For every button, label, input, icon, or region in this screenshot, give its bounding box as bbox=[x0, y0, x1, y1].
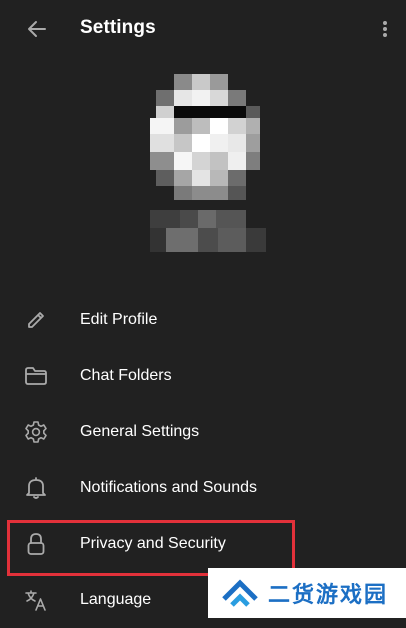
menu-item-privacy-security[interactable]: Privacy and Security bbox=[0, 516, 406, 572]
lock-icon bbox=[23, 531, 49, 557]
menu-item-edit-profile[interactable]: Edit Profile bbox=[0, 292, 406, 348]
profile-avatar[interactable] bbox=[136, 60, 270, 260]
arrow-left-icon bbox=[28, 21, 46, 37]
back-button[interactable] bbox=[22, 14, 52, 44]
menu-item-general-settings[interactable]: General Settings bbox=[0, 404, 406, 460]
menu-item-label: Language bbox=[80, 591, 152, 608]
menu-item-chat-folders[interactable]: Chat Folders bbox=[0, 348, 406, 404]
menu-item-label: Edit Profile bbox=[80, 311, 158, 328]
folder-icon bbox=[23, 363, 49, 389]
watermark: 二货游戏园 bbox=[208, 568, 406, 618]
header-bar: Settings bbox=[0, 0, 406, 58]
menu-item-label: Notifications and Sounds bbox=[80, 479, 257, 496]
watermark-logo-icon bbox=[222, 579, 258, 607]
translate-icon bbox=[23, 587, 49, 613]
menu-item-label: General Settings bbox=[80, 423, 200, 440]
pixelated-avatar-image bbox=[150, 74, 266, 252]
menu-item-label: Privacy and Security bbox=[80, 535, 226, 552]
more-options-button[interactable] bbox=[372, 14, 398, 44]
gear-icon bbox=[23, 419, 49, 445]
menu-item-notifications[interactable]: Notifications and Sounds bbox=[0, 460, 406, 516]
more-vertical-icon bbox=[383, 21, 387, 37]
pencil-icon bbox=[23, 307, 49, 333]
page-title: Settings bbox=[80, 17, 156, 38]
watermark-text: 二货游戏园 bbox=[268, 583, 389, 608]
bell-icon bbox=[23, 475, 49, 501]
menu-item-label: Chat Folders bbox=[80, 367, 172, 384]
